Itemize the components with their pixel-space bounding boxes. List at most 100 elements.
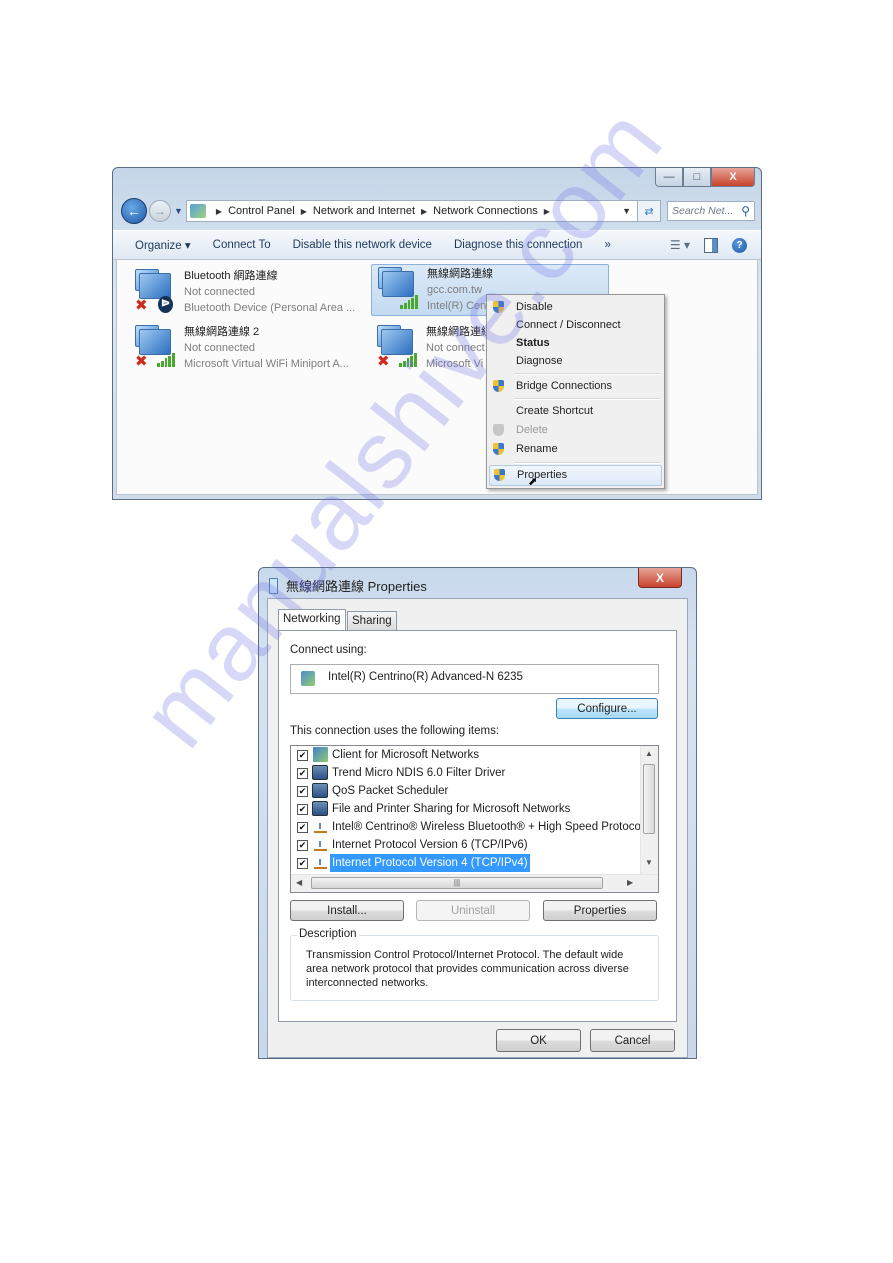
signal-bars-icon bbox=[400, 295, 418, 309]
tab-sharing[interactable]: Sharing bbox=[347, 611, 397, 630]
connection-item-wireless-2[interactable]: ✖ 無線網路連線 2 Not connected Microsoft Virtu… bbox=[129, 323, 365, 373]
refresh-icon[interactable]: ⇄ bbox=[638, 200, 661, 222]
network-adapter-icon bbox=[301, 671, 315, 686]
recent-pages-dropdown[interactable]: ▼ bbox=[174, 206, 183, 216]
horizontal-scrollbar[interactable]: ◀ ||| ▶ bbox=[291, 874, 658, 892]
organize-button[interactable]: Organize ▾ bbox=[135, 238, 191, 252]
context-menu: Disable Connect / Disconnect Status Diag… bbox=[486, 294, 665, 489]
item-checkbox[interactable]: ✔ bbox=[297, 858, 308, 869]
connection-items-list[interactable]: ✔ Client for Microsoft Networks ✔ Trend … bbox=[290, 745, 659, 893]
close-button[interactable]: X bbox=[711, 168, 755, 187]
uninstall-button: Uninstall bbox=[416, 900, 530, 921]
bluetooth-network-icon: ✖ ᐉ bbox=[135, 269, 175, 313]
signal-bars-icon bbox=[399, 353, 417, 367]
vertical-scrollbar[interactable]: ▲ ▼ bbox=[640, 746, 658, 874]
item-checkbox[interactable]: ✔ bbox=[297, 840, 308, 851]
computer-service-icon bbox=[312, 765, 328, 780]
change-view-icon[interactable]: ☰ ▾ bbox=[670, 238, 690, 252]
vertical-scroll-thumb[interactable] bbox=[643, 764, 655, 834]
control-panel-icon bbox=[189, 204, 206, 218]
connection-name: 無線網路連線 bbox=[427, 268, 493, 280]
disable-device-button[interactable]: Disable this network device bbox=[293, 239, 432, 251]
item-checkbox[interactable]: ✔ bbox=[297, 822, 308, 833]
breadcrumb-network-and-internet[interactable]: Network and Internet bbox=[313, 205, 415, 217]
uac-shield-icon bbox=[493, 424, 504, 436]
menu-item-status[interactable]: Status bbox=[489, 334, 662, 352]
connection-device: Microsoft Virtual WiFi Miniport A... bbox=[184, 358, 349, 370]
scroll-down-icon[interactable]: ▼ bbox=[645, 858, 653, 867]
back-button[interactable]: ← bbox=[121, 198, 147, 224]
menu-item-connect-disconnect[interactable]: Connect / Disconnect bbox=[489, 316, 662, 334]
diagnose-connection-button[interactable]: Diagnose this connection bbox=[454, 239, 583, 251]
scroll-right-icon[interactable]: ▶ bbox=[627, 878, 633, 887]
install-button[interactable]: Install... bbox=[290, 900, 404, 921]
more-commands-button[interactable]: » bbox=[604, 239, 610, 251]
breadcrumb-separator-icon[interactable]: ▶ bbox=[421, 207, 427, 216]
item-checkbox[interactable]: ✔ bbox=[297, 804, 308, 815]
command-bar: Organize ▾ Connect To Disable this netwo… bbox=[113, 230, 761, 260]
dialog-body: Networking Sharing Connect using: Intel(… bbox=[267, 598, 688, 1058]
item-checkbox[interactable]: ✔ bbox=[297, 750, 308, 761]
disconnected-x-icon: ✖ bbox=[135, 353, 148, 370]
bluetooth-icon: ᐉ bbox=[158, 296, 173, 313]
search-input[interactable]: Search Net... ⚲ bbox=[667, 201, 755, 221]
cancel-button[interactable]: Cancel bbox=[590, 1029, 675, 1052]
preview-pane-icon[interactable] bbox=[704, 237, 718, 253]
menu-item-disable[interactable]: Disable bbox=[489, 298, 662, 316]
description-text: Transmission Control Protocol/Internet P… bbox=[306, 949, 629, 989]
maximize-button[interactable]: □ bbox=[683, 168, 711, 187]
networking-panel: Connect using: Intel(R) Centrino(R) Adva… bbox=[278, 630, 677, 1022]
connection-item-bluetooth[interactable]: ✖ ᐉ Bluetooth 網路連線 Not connected Bluetoo… bbox=[129, 267, 365, 317]
forward-button[interactable]: → bbox=[149, 200, 171, 222]
connection-name: 無線網路連線 2 bbox=[184, 326, 260, 338]
menu-item-create-shortcut[interactable]: Create Shortcut bbox=[489, 402, 662, 420]
menu-item-diagnose[interactable]: Diagnose bbox=[489, 352, 662, 370]
connect-to-button[interactable]: Connect To bbox=[213, 239, 271, 251]
breadcrumb-network-connections[interactable]: Network Connections bbox=[433, 205, 538, 217]
scroll-left-icon[interactable]: ◀ bbox=[296, 878, 302, 887]
tab-networking[interactable]: Networking bbox=[278, 609, 346, 630]
minimize-button[interactable]: — bbox=[655, 168, 683, 187]
dialog-close-button[interactable]: X bbox=[638, 568, 682, 588]
breadcrumb-separator-icon[interactable]: ▶ bbox=[544, 207, 550, 216]
items-label: This connection uses the following items… bbox=[290, 725, 500, 737]
navigation-bar: ← → ▼ ▶ Control Panel ▶ Network and Inte… bbox=[121, 198, 755, 224]
menu-item-properties[interactable]: Properties ⬈ bbox=[489, 465, 662, 488]
menu-item-bridge-connections[interactable]: Bridge Connections bbox=[489, 377, 662, 395]
breadcrumb-separator-icon[interactable]: ▶ bbox=[301, 207, 307, 216]
uac-shield-icon bbox=[493, 380, 504, 392]
breadcrumb-control-panel[interactable]: Control Panel bbox=[228, 205, 295, 217]
configure-button[interactable]: Configure... bbox=[556, 698, 658, 719]
description-label: Description bbox=[297, 928, 359, 940]
protocol-icon bbox=[314, 823, 327, 833]
disconnected-x-icon: ✖ bbox=[135, 297, 148, 314]
network-adapter-icon bbox=[269, 577, 278, 594]
computer-service-icon bbox=[312, 801, 328, 816]
properties-dialog: 無線網路連線 Properties X Networking Sharing C… bbox=[258, 567, 697, 1059]
adapter-field: Intel(R) Centrino(R) Advanced-N 6235 bbox=[290, 664, 659, 694]
item-properties-button[interactable]: Properties bbox=[543, 900, 657, 921]
connection-device: Bluetooth Device (Personal Area ... bbox=[184, 302, 356, 314]
item-checkbox[interactable]: ✔ bbox=[297, 768, 308, 779]
item-checkbox[interactable]: ✔ bbox=[297, 786, 308, 797]
wireless-network-icon: ✖ bbox=[135, 325, 175, 369]
menu-separator bbox=[514, 462, 661, 464]
menu-item-rename[interactable]: Rename bbox=[489, 440, 662, 458]
address-dropdown-icon[interactable]: ▼ bbox=[616, 206, 637, 216]
ok-button[interactable]: OK bbox=[496, 1029, 581, 1052]
uac-shield-icon bbox=[493, 443, 504, 455]
connect-using-label: Connect using: bbox=[290, 644, 367, 656]
mouse-cursor-icon: ⬈ bbox=[528, 476, 538, 488]
uac-shield-icon bbox=[494, 469, 505, 481]
connection-status: Not connected bbox=[184, 342, 255, 354]
search-icon[interactable]: ⚲ bbox=[741, 204, 750, 218]
breadcrumb-separator-icon[interactable]: ▶ bbox=[216, 207, 222, 216]
menu-separator bbox=[514, 398, 661, 400]
help-icon[interactable]: ? bbox=[732, 237, 747, 253]
scroll-up-icon[interactable]: ▲ bbox=[645, 749, 653, 758]
address-bar[interactable]: ▶ Control Panel ▶ Network and Internet ▶… bbox=[185, 200, 638, 222]
uac-shield-icon bbox=[493, 301, 504, 313]
connection-device: Microsoft Vi bbox=[426, 358, 484, 370]
computer-service-icon bbox=[312, 783, 328, 798]
horizontal-scroll-thumb[interactable]: ||| bbox=[311, 877, 603, 889]
